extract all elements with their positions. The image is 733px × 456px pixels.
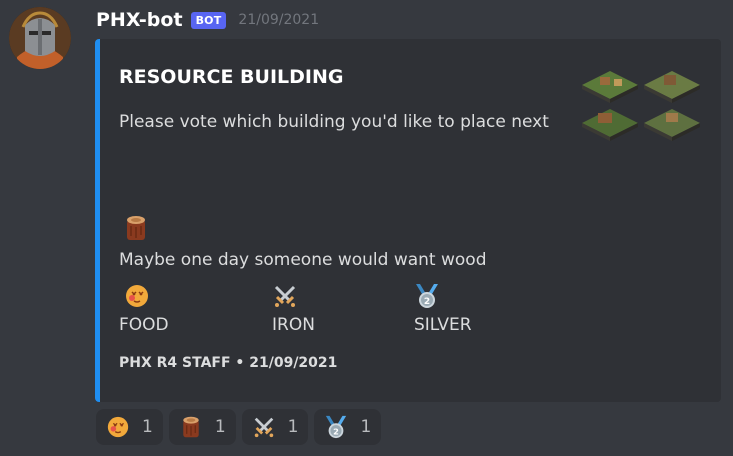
reaction-count: 1 bbox=[214, 417, 226, 437]
avatar[interactable] bbox=[9, 7, 71, 69]
wood-log-icon bbox=[183, 416, 199, 438]
username[interactable]: PHX-bot bbox=[96, 9, 183, 31]
field-iron-label: IRON bbox=[272, 315, 315, 335]
reaction-iron[interactable]: 1 bbox=[241, 409, 309, 445]
reaction-count: 1 bbox=[360, 417, 372, 437]
field-silver-label: SILVER bbox=[414, 315, 472, 335]
embed-card: RESOURCE BUILDING Please vote which buil… bbox=[95, 39, 721, 402]
reaction-food[interactable]: 1 bbox=[96, 409, 163, 445]
message-timestamp: 21/09/2021 bbox=[238, 12, 320, 28]
message-header: PHX-bot BOT 21/09/2021 bbox=[96, 6, 319, 34]
field-iron: IRON bbox=[272, 283, 315, 335]
field-food-label: FOOD bbox=[119, 315, 169, 335]
field-food: FOOD bbox=[119, 283, 169, 335]
field-silver: 2 SILVER bbox=[414, 283, 472, 335]
crossed-swords-icon bbox=[254, 417, 273, 438]
reaction-count: 1 bbox=[142, 417, 153, 437]
embed-title: RESOURCE BUILDING bbox=[119, 66, 344, 88]
silver-medal-icon: 2 bbox=[326, 415, 347, 439]
reactions-bar: 1 1 1 2 1 bbox=[96, 409, 382, 445]
buildings-thumbnail[interactable] bbox=[580, 63, 702, 141]
reaction-wood[interactable]: 1 bbox=[168, 409, 236, 445]
svg-text:2: 2 bbox=[334, 426, 340, 436]
food-emoji-icon bbox=[126, 285, 148, 307]
bot-tag-badge: BOT bbox=[190, 11, 227, 29]
food-emoji-icon bbox=[107, 416, 129, 438]
svg-text:2: 2 bbox=[424, 297, 430, 307]
wood-text: Maybe one day someone would want wood bbox=[119, 250, 487, 270]
wood-log-icon bbox=[127, 216, 145, 240]
reaction-silver[interactable]: 2 1 bbox=[314, 409, 382, 445]
crossed-swords-icon bbox=[274, 285, 296, 307]
reaction-count: 1 bbox=[287, 417, 299, 437]
silver-medal-icon: 2 bbox=[416, 284, 438, 308]
embed-footer: PHX R4 STAFF • 21/09/2021 bbox=[119, 355, 338, 371]
embed-description: Please vote which building you'd like to… bbox=[119, 112, 549, 132]
